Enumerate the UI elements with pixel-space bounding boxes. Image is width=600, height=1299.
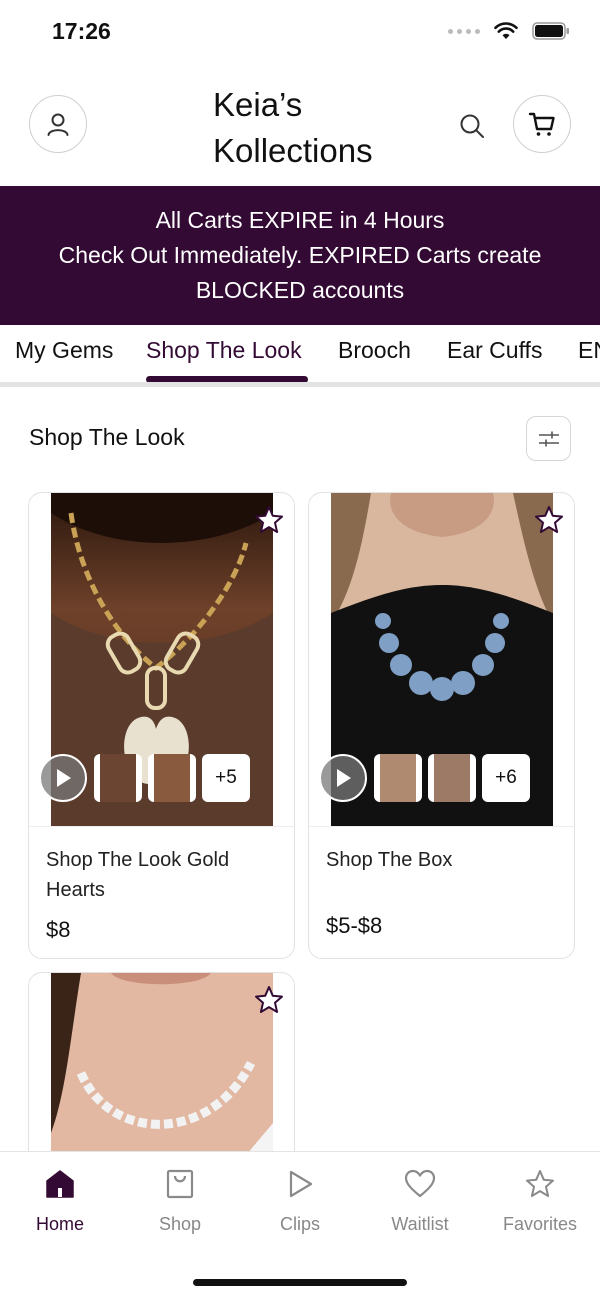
announcement-banner: All Carts EXPIRE in 4 Hours Check Out Im…	[0, 186, 600, 325]
product-card[interactable]	[28, 972, 295, 1172]
bottom-navigation: Home Shop Clips Waitlist Favorites	[0, 1151, 600, 1299]
shopping-bag-icon	[162, 1166, 198, 1202]
nav-waitlist[interactable]: Waitlist	[360, 1166, 480, 1235]
favorite-star-icon[interactable]	[532, 503, 566, 537]
card-divider	[29, 826, 294, 827]
nav-home-label: Home	[35, 1214, 84, 1234]
look-item-thumbnail[interactable]	[148, 754, 196, 802]
necklace-photo	[51, 973, 273, 1171]
user-icon	[47, 113, 69, 136]
app-header: Keia’s Kollections	[0, 66, 600, 186]
banner-line-3: BLOCKED accounts	[195, 277, 405, 303]
tab-my-gems[interactable]: My Gems	[15, 337, 113, 364]
cellular-signal-icon	[448, 28, 480, 34]
card-divider	[309, 826, 574, 827]
favorite-star-icon[interactable]	[252, 983, 286, 1017]
tab-brooch[interactable]: Brooch	[338, 337, 411, 364]
nav-home[interactable]: Home	[0, 1166, 120, 1235]
active-tab-indicator	[146, 376, 308, 382]
more-items-badge[interactable]: +6	[482, 754, 530, 802]
tab-shop-the-look[interactable]: Shop The Look	[146, 337, 302, 364]
store-name: Keia’s Kollections	[213, 86, 373, 169]
favorite-star-icon[interactable]	[252, 503, 286, 537]
tab-ear-cuffs[interactable]: Ear Cuffs	[447, 337, 542, 364]
more-items-badge[interactable]: +5	[202, 754, 250, 802]
nav-shop[interactable]: Shop	[120, 1166, 240, 1235]
play-video-button[interactable]	[39, 754, 87, 802]
nav-clips[interactable]: Clips	[240, 1166, 360, 1235]
product-title[interactable]: Shop The Look Gold Hearts	[46, 845, 276, 905]
look-item-thumbnail[interactable]	[94, 754, 142, 802]
nav-waitlist-label: Waitlist	[391, 1214, 449, 1234]
nav-favorites[interactable]: Favorites	[480, 1166, 600, 1235]
filter-sliders-icon	[538, 431, 559, 446]
product-price: $5-$8	[326, 913, 383, 938]
tab-en[interactable]: EN	[578, 337, 600, 364]
play-icon	[57, 769, 71, 787]
search-icon	[460, 114, 484, 138]
cart-icon	[528, 112, 555, 136]
cart-button[interactable]	[513, 95, 571, 153]
product-card[interactable]: +5 Shop The Look Gold Hearts $8	[28, 492, 295, 959]
status-time: 17:26	[52, 18, 111, 44]
banner-line-1: All Carts EXPIRE in 4 Hours	[155, 207, 445, 233]
nav-clips-label: Clips	[279, 1214, 320, 1234]
category-tabs: My Gems Shop The Look Brooch Ear Cuffs E…	[0, 325, 600, 387]
play-video-button[interactable]	[319, 754, 367, 802]
section-title: Shop The Look	[29, 424, 185, 450]
product-card[interactable]: +6 Shop The Box $5-$8	[308, 492, 575, 959]
product-title[interactable]: Shop The Box	[326, 845, 556, 875]
wifi-icon	[494, 22, 518, 39]
search-button[interactable]	[456, 110, 488, 142]
product-price: $8	[46, 917, 71, 942]
status-bar: 17:26	[0, 0, 600, 66]
heart-icon	[402, 1166, 438, 1202]
look-item-thumbnail[interactable]	[374, 754, 422, 802]
nav-favorites-label: Favorites	[502, 1214, 578, 1234]
battery-icon	[532, 22, 569, 40]
status-icons	[448, 22, 570, 40]
banner-line-2: Check Out Immediately. EXPIRED Carts cre…	[58, 242, 542, 268]
product-image[interactable]	[51, 973, 273, 1171]
filter-button[interactable]	[526, 416, 571, 461]
star-icon	[522, 1166, 558, 1202]
home-indicator[interactable]	[193, 1279, 407, 1286]
play-icon	[337, 769, 351, 787]
home-icon	[42, 1166, 78, 1202]
look-item-thumbnail[interactable]	[428, 754, 476, 802]
play-icon	[282, 1166, 318, 1202]
nav-shop-label: Shop	[158, 1214, 202, 1234]
profile-button[interactable]	[29, 95, 87, 153]
